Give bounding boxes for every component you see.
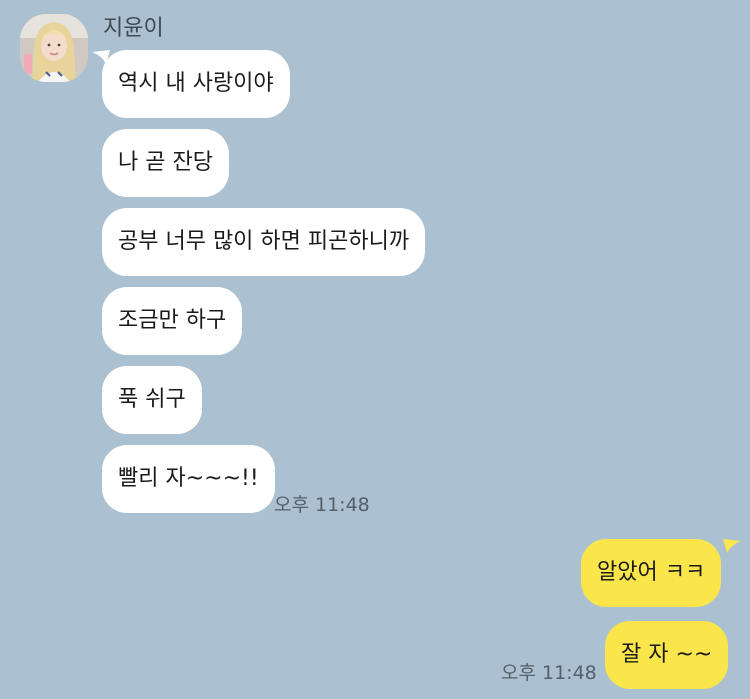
- incoming-message[interactable]: 역시 내 사랑이야: [102, 50, 290, 118]
- incoming-timestamp: 오후 11:48: [274, 494, 370, 516]
- outgoing-timestamp: 오후 11:48: [501, 662, 597, 684]
- outgoing-message[interactable]: 알았어 ㅋㅋ: [581, 539, 722, 607]
- avatar-photo-icon: [20, 14, 88, 82]
- outgoing-message[interactable]: 잘 자 ~~: [605, 621, 729, 689]
- incoming-message[interactable]: 푹 쉬구: [102, 366, 202, 434]
- sender-name: 지윤이: [103, 16, 164, 41]
- outgoing-bubble-tail-icon: [723, 539, 741, 553]
- incoming-message[interactable]: 조금만 하구: [102, 287, 243, 355]
- sender-avatar[interactable]: [20, 14, 88, 82]
- incoming-message[interactable]: 공부 너무 많이 하면 피곤하니까: [102, 208, 426, 276]
- incoming-message[interactable]: 빨리 자~~~!!: [102, 445, 275, 513]
- incoming-message[interactable]: 나 곧 잔당: [102, 129, 229, 197]
